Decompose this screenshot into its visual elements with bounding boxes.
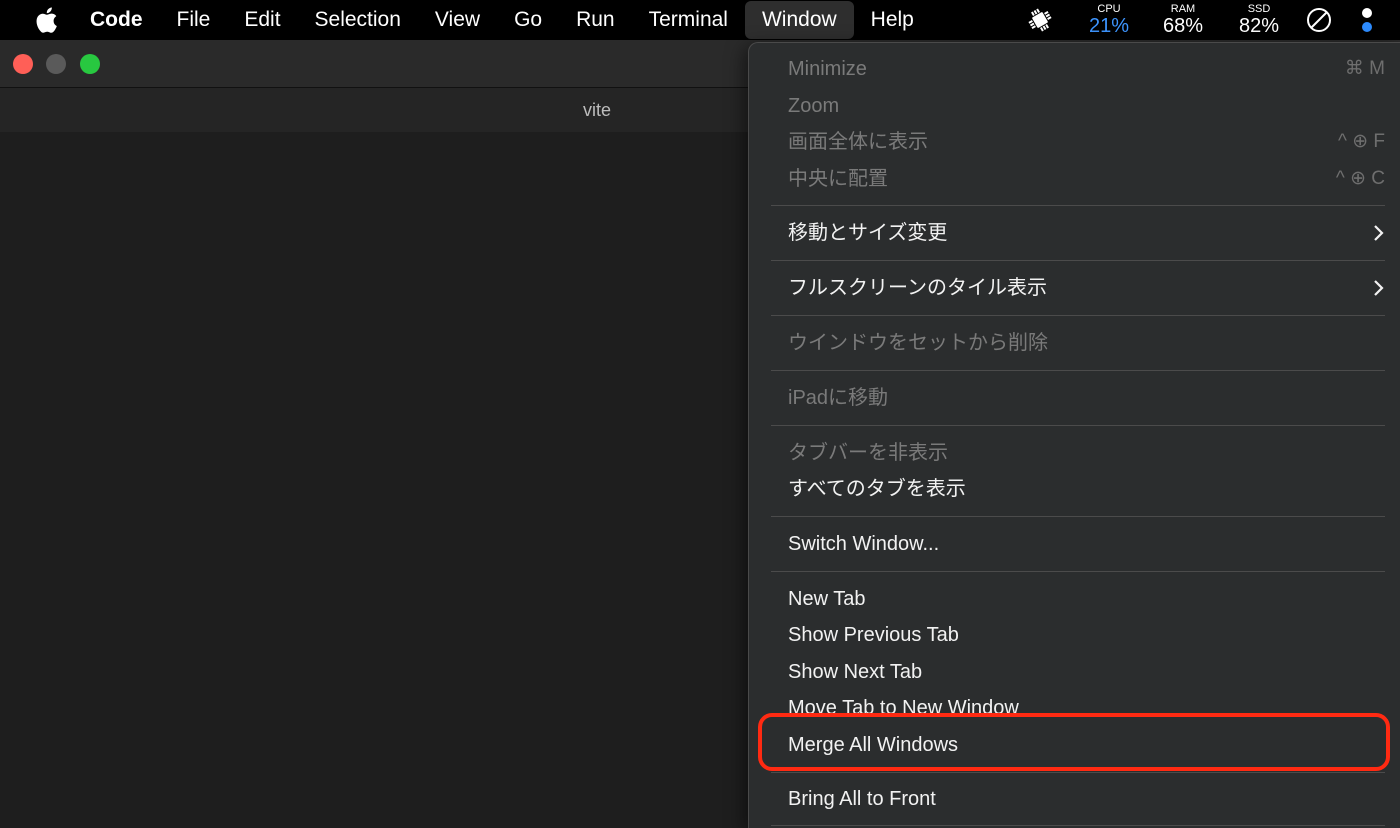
menu-item-bring-all-to-front[interactable]: Bring All to Front	[788, 781, 1385, 817]
ssd-label: SSD	[1247, 3, 1271, 15]
ram-value: 68%	[1162, 15, 1204, 37]
menu-item-label: Switch Window...	[788, 533, 940, 555]
menu-item-label: Show Next Tab	[788, 661, 923, 683]
menu-item-move-tab-to-new-window[interactable]: Move Tab to New Window	[788, 690, 1385, 726]
menu-item-label: フルスクリーンのタイル表示	[788, 277, 1047, 299]
menu-item-fullscreen-tile[interactable]: フルスクリーンのタイル表示	[788, 270, 1385, 306]
menu-separator	[771, 260, 1385, 261]
menu-help[interactable]: Help	[854, 0, 931, 40]
menu-separator	[771, 825, 1385, 826]
menu-item-label: Minimize	[788, 58, 867, 80]
menu-separator	[771, 425, 1385, 426]
menu-item-label: New Tab	[788, 588, 866, 610]
menu-item-remove-from-set[interactable]: ウインドウをセットから削除	[788, 325, 1385, 361]
menu-item-label: すべてのタブを表示	[788, 478, 966, 500]
menu-item-hide-tab-bar[interactable]: タブバーを非表示	[788, 435, 1385, 471]
shortcut-label: ^ ⊕ F	[1338, 131, 1385, 152]
chevron-right-icon	[1374, 225, 1384, 241]
menu-item-center[interactable]: 中央に配置 ^ ⊕ C	[788, 161, 1385, 197]
menu-separator	[771, 772, 1385, 773]
chevron-right-icon	[1374, 280, 1384, 296]
menu-separator	[771, 315, 1385, 316]
cpu-stat[interactable]: CPU 21%	[1084, 3, 1134, 37]
ssd-stat[interactable]: SSD 82%	[1234, 3, 1284, 37]
menu-item-label: Merge All Windows	[788, 734, 959, 756]
menu-item-label: 中央に配置	[788, 168, 888, 190]
cpu-label: CPU	[1097, 3, 1121, 15]
menu-separator	[771, 571, 1385, 572]
status-area: CPU 21% RAM 68% SSD 82%	[1020, 0, 1400, 40]
menu-selection[interactable]: Selection	[298, 0, 418, 40]
zoom-window-button[interactable]	[80, 54, 100, 74]
menu-item-move-resize[interactable]: 移動とサイズ変更	[788, 215, 1385, 251]
menu-run[interactable]: Run	[559, 0, 632, 40]
menu-item-fill-screen[interactable]: 画面全体に表示 ^ ⊕ F	[788, 124, 1385, 160]
menu-bar: Code File Edit Selection View Go Run Ter…	[0, 0, 1400, 40]
minimize-window-button[interactable]	[46, 54, 66, 74]
menu-view[interactable]: View	[418, 0, 497, 40]
menu-file[interactable]: File	[160, 0, 228, 40]
menu-separator	[771, 370, 1385, 371]
menu-window[interactable]: Window	[744, 1, 854, 39]
cpu-value: 21%	[1088, 15, 1130, 37]
menu-item-show-next-tab[interactable]: Show Next Tab	[788, 654, 1385, 690]
close-window-button[interactable]	[13, 54, 33, 74]
menu-item-label: Move Tab to New Window	[788, 697, 1019, 719]
menu-item-label: 移動とサイズ変更	[788, 222, 948, 244]
window-menu-dropdown: Minimize ⌘ M Zoom 画面全体に表示 ^ ⊕ F 中央に配置 ^ …	[748, 42, 1400, 828]
apple-icon[interactable]	[34, 6, 58, 34]
shortcut-label: ⌘ M	[1344, 58, 1385, 79]
ram-stat[interactable]: RAM 68%	[1158, 3, 1208, 37]
menu-edit[interactable]: Edit	[227, 0, 297, 40]
menu-go[interactable]: Go	[497, 0, 559, 40]
menu-item-label: Show Previous Tab	[788, 624, 959, 646]
menu-item-label: ウインドウをセットから削除	[788, 332, 1048, 354]
menu-item-label: Bring All to Front	[788, 788, 936, 810]
menu-app-code[interactable]: Code	[90, 0, 160, 40]
menu-item-move-to-ipad[interactable]: iPadに移動	[788, 380, 1385, 416]
menu-item-switch-window[interactable]: Switch Window...	[788, 526, 1385, 562]
menu-item-zoom[interactable]: Zoom	[788, 88, 1385, 124]
menu-item-label: 画面全体に表示	[788, 131, 928, 153]
menu-separator	[771, 516, 1385, 517]
menu-item-label: タブバーを非表示	[788, 442, 948, 464]
ram-label: RAM	[1170, 3, 1196, 15]
shortcut-label: ^ ⊕ C	[1335, 168, 1385, 189]
menu-item-show-all-tabs[interactable]: すべてのタブを表示	[788, 471, 1385, 507]
menu-item-label: Zoom	[788, 95, 840, 117]
menu-item-label: iPadに移動	[788, 387, 889, 409]
menu-item-minimize[interactable]: Minimize ⌘ M	[788, 51, 1385, 87]
menu-item-new-tab[interactable]: New Tab	[788, 581, 1385, 617]
circle-slash-icon[interactable]	[1305, 6, 1333, 34]
menu-separator	[771, 205, 1385, 206]
menu-item-show-previous-tab[interactable]: Show Previous Tab	[788, 617, 1385, 653]
cpu-chip-icon[interactable]	[1026, 6, 1054, 34]
menu-terminal[interactable]: Terminal	[632, 0, 745, 40]
menu-item-merge-all-windows[interactable]: Merge All Windows	[788, 727, 1385, 763]
ssd-value: 82%	[1238, 15, 1280, 37]
control-center-icon[interactable]	[1360, 5, 1374, 35]
